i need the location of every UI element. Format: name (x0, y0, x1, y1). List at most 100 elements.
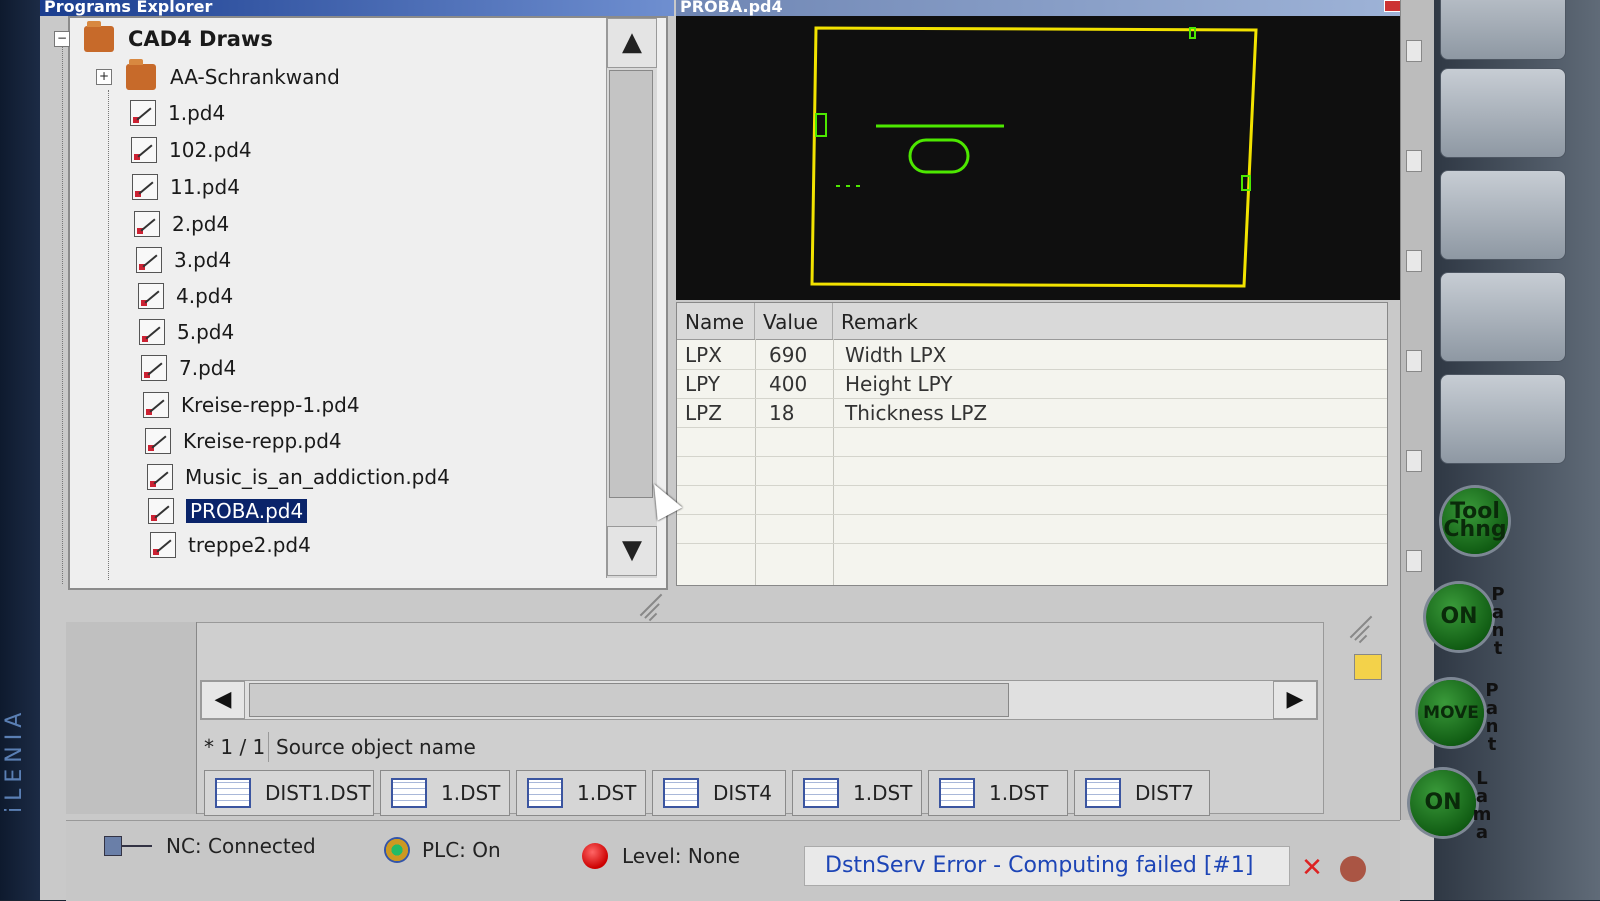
tree-root-cad4-draws[interactable]: − CAD4 Draws (54, 21, 273, 56)
move-button[interactable]: MOVE (1418, 680, 1484, 746)
resize-grip-icon[interactable] (626, 588, 663, 624)
file-item[interactable]: Music_is_an_addiction.pd4 (147, 460, 450, 494)
param-remark[interactable]: Thickness LPZ (837, 399, 987, 427)
pd4-file-icon (130, 100, 156, 126)
file-label: Kreise-repp-1.pd4 (181, 393, 360, 417)
file-item[interactable]: Kreise-repp.pd4 (145, 424, 342, 458)
pd4-file-icon (138, 283, 164, 309)
brand-logo: iLENIA (2, 706, 27, 814)
param-name[interactable]: LPX (677, 341, 722, 369)
file-item[interactable]: 1.pd4 (130, 96, 225, 130)
programs-explorer-tree[interactable]: − CAD4 Draws + AA-Schrankwand 1.pd4 102.… (54, 16, 668, 590)
table-icon (939, 778, 975, 808)
on-button[interactable]: ON (1410, 770, 1476, 836)
table-icon (1085, 778, 1121, 808)
param-value[interactable]: 18 (761, 399, 794, 427)
param-remark[interactable]: Width LPX (837, 341, 946, 369)
file-item[interactable]: 4.pd4 (138, 279, 233, 313)
pd4-file-icon (141, 355, 167, 381)
drawing-preview[interactable] (676, 16, 1400, 300)
tab-label: 1.DST (989, 781, 1049, 805)
pd4-file-icon (147, 464, 173, 490)
parameters-table[interactable]: Name Value Remark LPX 690 Width LPX LPY … (676, 302, 1388, 586)
plc-status: PLC: On (384, 832, 501, 868)
scroll-thumb[interactable] (609, 70, 653, 498)
nc-status: NC: Connected (104, 828, 316, 864)
tool-change-button[interactable]: Tool Chng (1442, 488, 1508, 554)
param-name[interactable]: LPY (677, 370, 720, 398)
pd4-file-icon (132, 174, 158, 200)
scroll-down-arrow-icon[interactable]: ▼ (607, 526, 657, 576)
toolbar-icon[interactable] (1406, 40, 1422, 62)
file-item[interactable]: 7.pd4 (141, 351, 236, 385)
file-label: 11.pd4 (170, 175, 240, 199)
toolbar-icon[interactable] (1406, 150, 1422, 172)
button-side-label: P a n t (1491, 584, 1505, 659)
file-item[interactable]: 11.pd4 (132, 170, 240, 204)
file-item[interactable]: 3.pd4 (136, 243, 231, 277)
file-item[interactable]: treppe2.pd4 (150, 528, 311, 562)
file-item[interactable]: 2.pd4 (134, 207, 229, 241)
horizontal-scrollbar[interactable]: ◀ ▶ (200, 680, 1318, 720)
folder-icon (126, 59, 156, 90)
file-item-selected[interactable]: PROBA.pd4 (148, 494, 308, 528)
scroll-thumb[interactable] (249, 683, 1009, 717)
network-connection-icon (104, 836, 152, 856)
level-status-text: Level: None (622, 844, 741, 868)
expand-icon[interactable]: + (96, 69, 112, 85)
file-item[interactable]: Kreise-repp-1.pd4 (143, 388, 360, 422)
close-icon[interactable]: ✕ (1300, 855, 1324, 881)
tab-1-dst[interactable]: 1.DST (516, 770, 646, 816)
param-value[interactable]: 690 (761, 341, 807, 369)
tab-dist7[interactable]: DIST7 (1074, 770, 1210, 816)
panel-button[interactable] (1440, 272, 1566, 362)
scroll-left-arrow-icon[interactable]: ◀ (201, 681, 245, 719)
tab-1-dst[interactable]: 1.DST (928, 770, 1068, 816)
error-message[interactable]: DstnServ Error - Computing failed [#1] (804, 846, 1290, 886)
file-item[interactable]: 102.pd4 (131, 133, 252, 167)
tree-guide-line (108, 90, 109, 580)
pd4-file-icon (136, 247, 162, 273)
table-header: Name Value Remark (677, 303, 1387, 340)
scroll-right-arrow-icon[interactable]: ▶ (1273, 681, 1317, 719)
param-value[interactable]: 400 (761, 370, 807, 398)
column-header-remark[interactable]: Remark (833, 303, 1387, 339)
tab-dist1-dst[interactable]: DIST1.DST (204, 770, 374, 816)
warning-icon[interactable] (1340, 856, 1366, 882)
resize-grip-icon[interactable] (1336, 610, 1373, 646)
column-header-name[interactable]: Name (677, 303, 755, 339)
table-icon (803, 778, 839, 808)
panel-button[interactable] (1440, 170, 1566, 260)
tree-folder-aa-schrankwand[interactable]: + AA-Schrankwand (96, 59, 340, 94)
toolbar-icon[interactable] (1406, 250, 1422, 272)
toolbar-icon[interactable] (1406, 450, 1422, 472)
on-button[interactable]: ON (1426, 584, 1492, 650)
grid-line (833, 339, 834, 585)
grid-line (677, 485, 1387, 486)
toolbar-icon[interactable] (1406, 350, 1422, 372)
tab-label: DIST7 (1135, 781, 1194, 805)
source-info-row: * 1 / 1 Source object name (200, 732, 1320, 762)
param-remark[interactable]: Height LPY (837, 370, 952, 398)
panel-button[interactable] (1440, 68, 1566, 158)
page-indicator: * 1 / 1 (204, 732, 269, 762)
panel-button[interactable] (1440, 0, 1566, 60)
panel-button[interactable] (1440, 374, 1566, 464)
tab-label: DIST4 (713, 781, 772, 805)
tree-guide-line (62, 44, 63, 584)
file-label: 3.pd4 (174, 248, 232, 272)
tab-1-dst[interactable]: 1.DST (792, 770, 922, 816)
toolbar-icon[interactable] (1406, 550, 1422, 572)
file-label: 4.pd4 (176, 284, 234, 308)
scroll-up-arrow-icon[interactable]: ▲ (607, 18, 657, 68)
tab-1-dst[interactable]: 1.DST (380, 770, 510, 816)
file-item[interactable]: 5.pd4 (139, 315, 234, 349)
tree-root-label: CAD4 Draws (128, 27, 273, 51)
tab-dist4[interactable]: DIST4 (652, 770, 786, 816)
column-header-value[interactable]: Value (755, 303, 833, 339)
collapse-icon[interactable]: − (54, 31, 70, 47)
grid-line (677, 456, 1387, 457)
param-name[interactable]: LPZ (677, 399, 722, 427)
file-label: 5.pd4 (177, 320, 235, 344)
edit-icon[interactable] (1354, 654, 1382, 680)
